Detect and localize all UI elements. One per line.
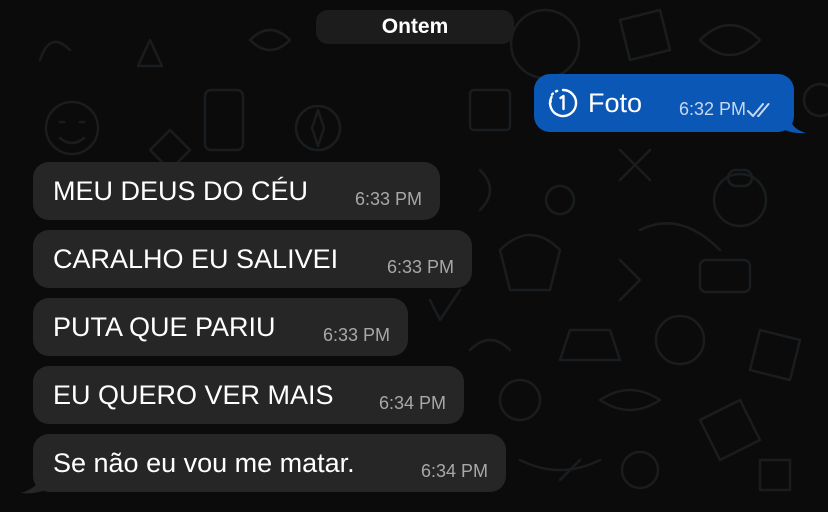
incoming-message[interactable]: Se não eu vou me matar. 6:34 PM [33, 434, 506, 492]
message-text: Foto [588, 87, 643, 118]
message-time: 6:33 PM [386, 257, 454, 277]
view-once-icon [548, 88, 578, 118]
message-text: EU QUERO VER MAIS [53, 379, 334, 410]
message-text: CARALHO EU SALIVEI [53, 243, 339, 274]
message-text: MEU DEUS DO CÉU [53, 175, 309, 206]
message-time: 6:34 PM [378, 393, 446, 413]
incoming-message[interactable]: MEU DEUS DO CÉU 6:33 PM [33, 162, 440, 220]
message-time: 6:33 PM [322, 325, 390, 345]
incoming-message[interactable]: CARALHO EU SALIVEI 6:33 PM [33, 230, 472, 288]
message-time: 6:34 PM [420, 461, 488, 481]
outgoing-message-photo[interactable]: Foto 6:32 PM [534, 74, 794, 132]
incoming-message[interactable]: EU QUERO VER MAIS 6:34 PM [33, 366, 464, 424]
incoming-message[interactable]: PUTA QUE PARIU 6:33 PM [33, 298, 408, 356]
date-separator: Ontem [316, 10, 514, 44]
message-text: PUTA QUE PARIU [53, 311, 276, 342]
message-text: Se não eu vou me matar. [53, 447, 355, 478]
message-time: 6:33 PM [354, 189, 422, 209]
double-check-icon [747, 103, 770, 117]
message-time: 6:32 PM [678, 99, 746, 119]
